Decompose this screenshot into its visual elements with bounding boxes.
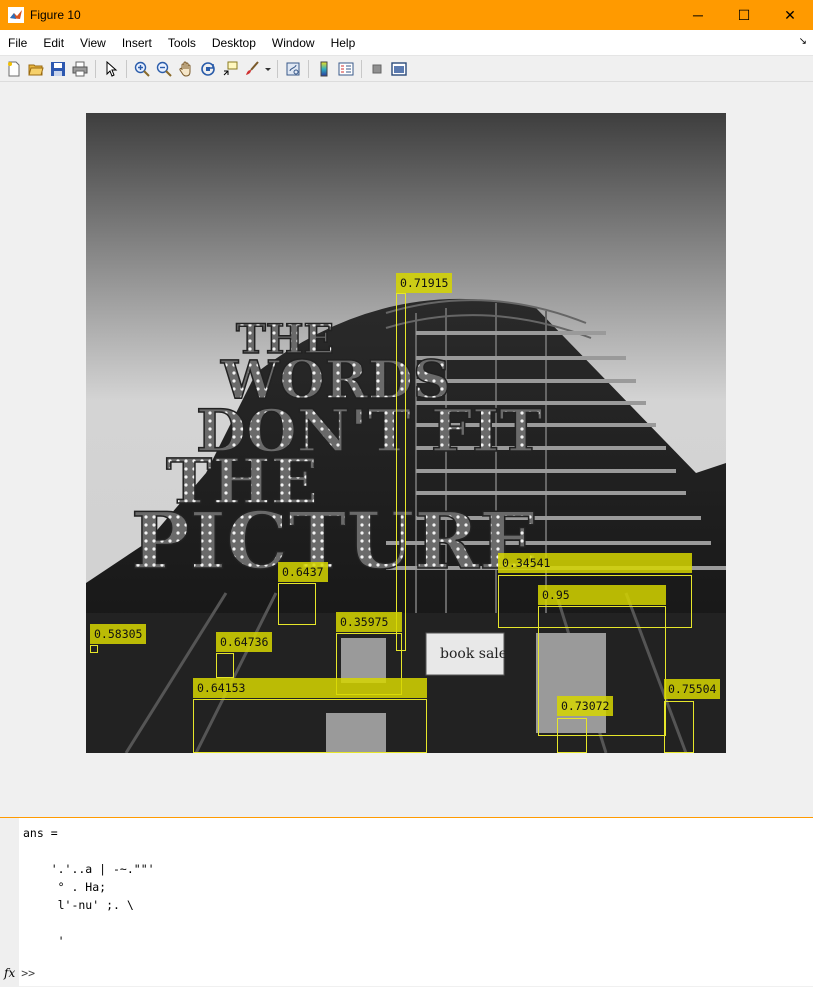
detection-score: 0.75504 [664, 679, 721, 699]
banner-text: book sale [440, 646, 507, 662]
brush-dropdown-icon[interactable] [263, 58, 273, 80]
image-axes[interactable]: THE WORDS DON'T FIT THE PICTURE book sal… [86, 113, 726, 753]
detection-score: 0.64153 [193, 678, 427, 698]
zoom-out-icon[interactable] [153, 58, 175, 80]
toolbar-separator [126, 59, 127, 78]
hide-plot-tools-icon[interactable] [366, 58, 388, 80]
detection-score: 0.35975 [336, 612, 402, 632]
detection-box [90, 645, 98, 653]
detection-score: 0.34541 [498, 553, 692, 573]
title-bar: Figure 10 ─ ☐ ✕ [0, 0, 813, 30]
toolbar-separator [95, 59, 96, 78]
toolbar-separator [361, 59, 362, 78]
command-output: ans = '.'..a | -~.""' ° . Ha; l'-nu' ;. … [23, 826, 155, 948]
menu-desktop[interactable]: Desktop [204, 30, 264, 56]
toolbar-separator [277, 59, 278, 78]
print-icon[interactable] [69, 58, 91, 80]
maximize-button[interactable]: ☐ [721, 0, 767, 30]
brush-icon[interactable] [241, 58, 263, 80]
colorbar-icon[interactable] [313, 58, 335, 80]
detection-score: 0.6437 [278, 562, 328, 582]
zoom-in-icon[interactable] [131, 58, 153, 80]
select-arrow-icon[interactable] [100, 58, 122, 80]
menu-edit[interactable]: Edit [35, 30, 72, 56]
show-plot-tools-icon[interactable] [388, 58, 410, 80]
sign-line-5: PICTURE [131, 496, 539, 587]
detection-box [538, 606, 666, 736]
menu-window[interactable]: Window [264, 30, 323, 56]
menu-file[interactable]: File [0, 30, 35, 56]
detection-box [278, 583, 316, 625]
detection-score: 0.95 [538, 585, 666, 605]
window-controls: ─ ☐ ✕ [675, 0, 813, 30]
open-file-icon[interactable] [25, 58, 47, 80]
detection-box [396, 293, 406, 651]
menu-insert[interactable]: Insert [114, 30, 160, 56]
detection-score: 0.71915 [396, 273, 453, 293]
detection-score: 0.64736 [216, 632, 273, 652]
menu-bar: File Edit View Insert Tools Desktop Wind… [0, 30, 813, 56]
matlab-icon [8, 7, 24, 23]
command-window[interactable]: ans = '.'..a | -~.""' ° . Ha; l'-nu' ;. … [0, 817, 813, 987]
legend-icon[interactable] [335, 58, 357, 80]
window-title: Figure 10 [30, 8, 81, 22]
data-cursor-icon[interactable] [219, 58, 241, 80]
menu-view[interactable]: View [72, 30, 114, 56]
dock-figure-icon[interactable]: ↘ [799, 36, 807, 47]
menu-help[interactable]: Help [323, 30, 364, 56]
rotate-3d-icon[interactable] [197, 58, 219, 80]
detection-box [664, 701, 694, 753]
close-button[interactable]: ✕ [767, 0, 813, 30]
detection-score: 0.58305 [90, 624, 147, 644]
figure-toolbar [0, 56, 813, 82]
detection-box [216, 653, 234, 678]
command-gutter [0, 818, 19, 987]
link-plot-icon[interactable] [282, 58, 304, 80]
detection-box [193, 699, 427, 753]
command-prompt[interactable]: fx >> [4, 966, 35, 980]
figure-canvas: THE WORDS DON'T FIT THE PICTURE book sal… [0, 83, 813, 817]
detection-score: 0.73072 [557, 696, 614, 716]
minimize-button[interactable]: ─ [675, 0, 721, 30]
pan-hand-icon[interactable] [175, 58, 197, 80]
new-figure-icon[interactable] [3, 58, 25, 80]
toolbar-separator [308, 59, 309, 78]
menu-tools[interactable]: Tools [160, 30, 204, 56]
function-browser-icon[interactable]: fx [4, 966, 15, 980]
detection-box [557, 718, 587, 753]
prompt-symbol: >> [21, 966, 36, 980]
save-icon[interactable] [47, 58, 69, 80]
